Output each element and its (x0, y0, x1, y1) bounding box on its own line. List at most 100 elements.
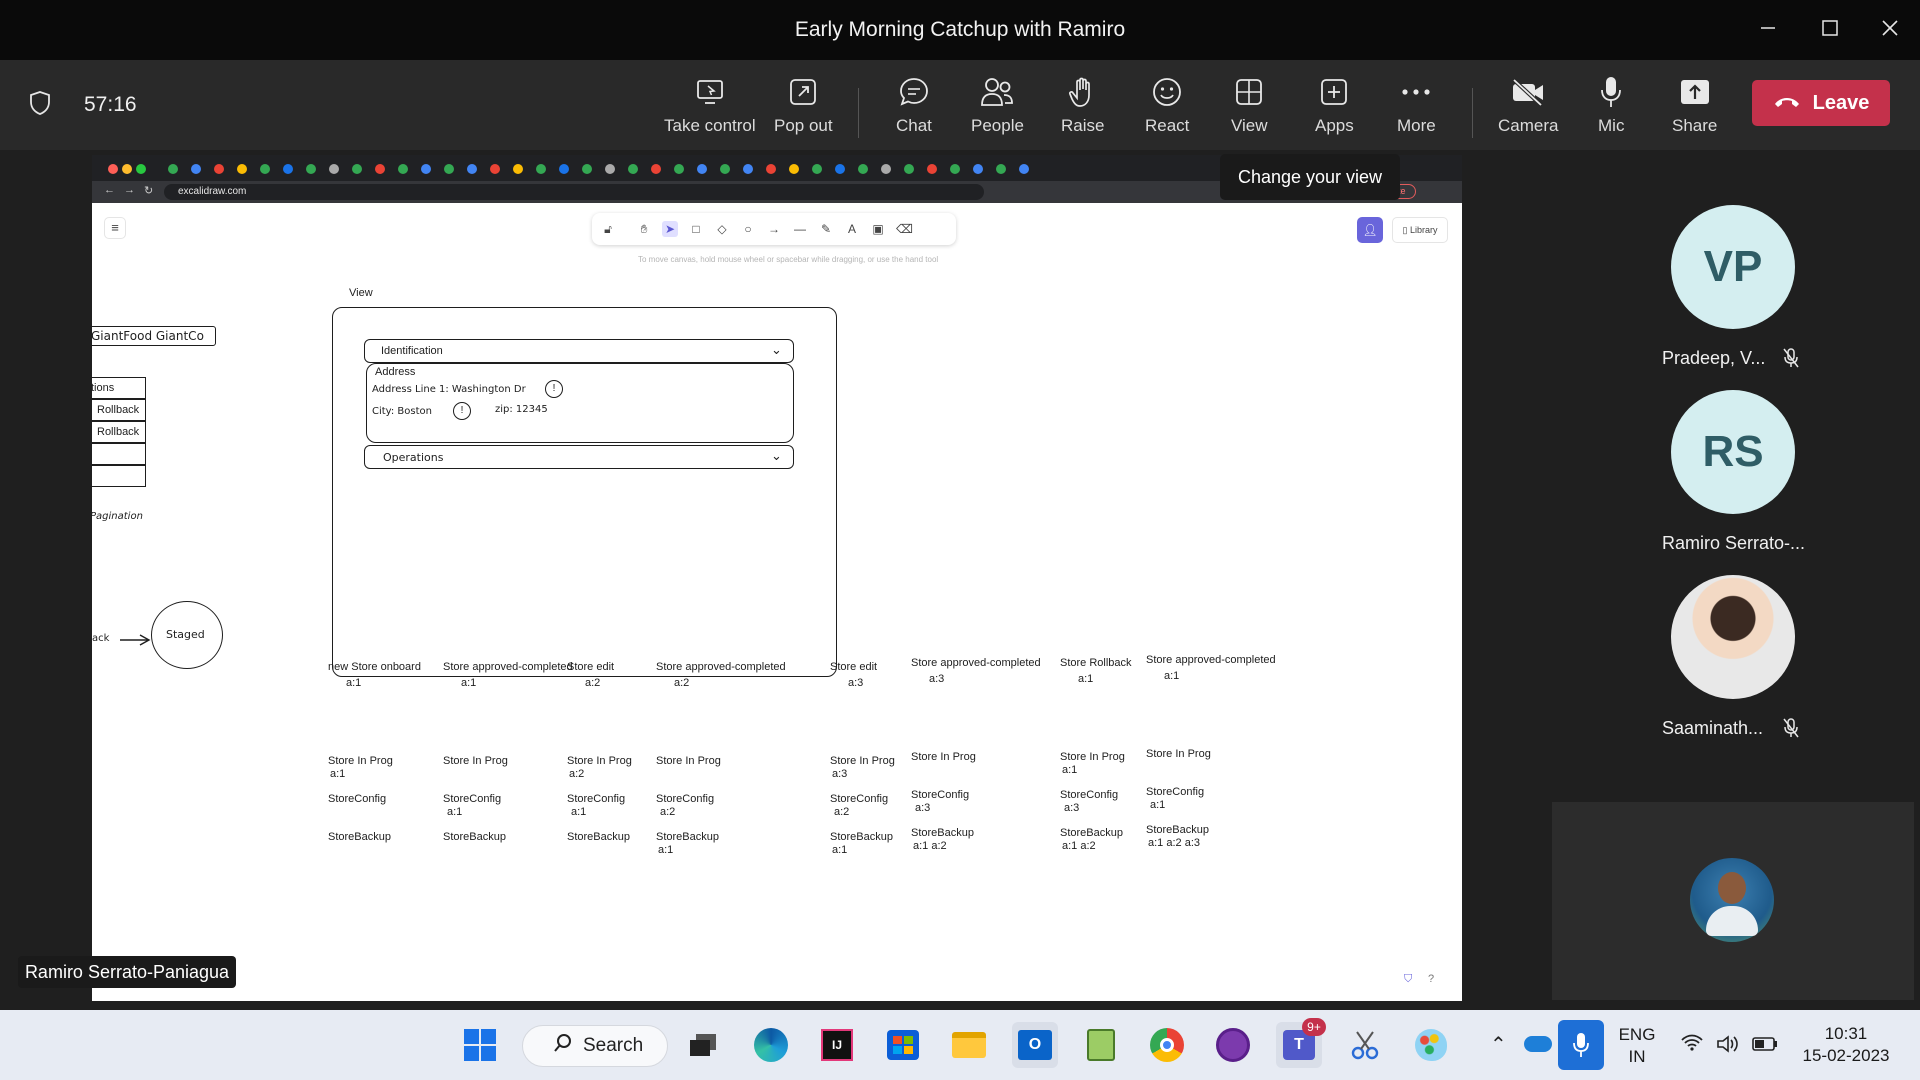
file-explorer-icon[interactable] (946, 1022, 992, 1068)
intellij-icon[interactable]: IJ (814, 1022, 860, 1068)
clock[interactable]: 10:31 15-02-2023 (1796, 1023, 1896, 1067)
browser-tab-favicon[interactable] (352, 164, 362, 174)
hamburger-menu-icon[interactable]: ≡ (104, 217, 126, 239)
maximize-icon[interactable] (1810, 10, 1850, 46)
help-icon[interactable]: ? (1428, 973, 1434, 985)
browser-tab-favicon[interactable] (237, 164, 247, 174)
image-tool-icon[interactable]: ▣ (870, 221, 886, 237)
hand-tool-icon[interactable]: ✋︎ (636, 221, 652, 237)
github-desktop-icon[interactable] (1210, 1022, 1256, 1068)
left-table-row[interactable] (92, 465, 146, 487)
text-tool-icon[interactable]: A (844, 221, 860, 237)
chevron-down-icon[interactable]: ⌄ (771, 448, 782, 464)
browser-zoom-dot[interactable] (136, 164, 146, 174)
wifi-icon[interactable] (1680, 1034, 1704, 1057)
reload-icon[interactable]: ↻ (144, 184, 153, 197)
browser-tab-favicon[interactable] (168, 164, 178, 174)
browser-tab-favicon[interactable] (513, 164, 523, 174)
arrow-to-staged[interactable] (118, 633, 152, 647)
back-icon[interactable]: ← (104, 184, 115, 196)
collaborate-icon[interactable]: 👤︎ (1357, 217, 1383, 243)
people-button[interactable]: People (971, 74, 1024, 140)
browser-tab-favicon[interactable] (789, 164, 799, 174)
browser-tab-favicon[interactable] (260, 164, 270, 174)
teams-mic-tray-icon[interactable] (1558, 1020, 1604, 1070)
operations-accordion[interactable]: Operations ⌄ (364, 445, 794, 469)
excalidraw-canvas[interactable]: ≡ 🔓︎ ✋︎ ➤ □ ◇ ○ → — ✎ A ▣ ⌫ To move canv… (92, 203, 1462, 1001)
browser-tab-favicon[interactable] (835, 164, 845, 174)
shield-check-icon[interactable]: ⛉ (1404, 973, 1412, 986)
share-button[interactable]: Share (1672, 74, 1717, 140)
participant-avatar[interactable]: RS (1671, 390, 1795, 514)
language-indicator[interactable]: ENG IN (1616, 1024, 1658, 1068)
browser-tab-favicon[interactable] (421, 164, 431, 174)
browser-tab-favicon[interactable] (697, 164, 707, 174)
select-tool-icon[interactable]: ➤ (662, 221, 678, 237)
pencil-tool-icon[interactable]: ✎ (818, 221, 834, 237)
raise-hand-button[interactable]: Raise (1061, 74, 1104, 140)
browser-tab-favicon[interactable] (904, 164, 914, 174)
browser-tab-favicon[interactable] (444, 164, 454, 174)
eraser-tool-icon[interactable]: ⌫ (896, 221, 913, 237)
more-button[interactable]: More (1397, 74, 1436, 140)
camera-button[interactable]: Camera (1498, 74, 1558, 140)
participant-avatar[interactable] (1671, 575, 1795, 699)
arrow-tool-icon[interactable]: → (766, 221, 782, 237)
browser-tab-favicon[interactable] (858, 164, 868, 174)
participant-avatar[interactable]: VP (1671, 205, 1795, 329)
close-icon[interactable] (1870, 10, 1910, 46)
onedrive-icon[interactable] (1524, 1036, 1552, 1052)
apps-button[interactable]: Apps (1315, 74, 1354, 140)
url-field[interactable]: excalidraw.com (164, 184, 984, 200)
chevron-down-icon[interactable]: ⌄ (771, 342, 782, 358)
shield-icon[interactable] (28, 90, 52, 121)
browser-tab-favicon[interactable] (881, 164, 891, 174)
rectangle-tool-icon[interactable]: □ (688, 221, 704, 237)
self-video[interactable] (1552, 802, 1914, 1000)
browser-tab-favicon[interactable] (674, 164, 684, 174)
browser-tab-favicon[interactable] (536, 164, 546, 174)
task-view-icon[interactable] (680, 1022, 726, 1068)
browser-tab-favicon[interactable] (605, 164, 615, 174)
chrome-icon[interactable] (1144, 1022, 1190, 1068)
left-table-row[interactable]: Rollback (92, 399, 146, 421)
identification-accordion[interactable]: Identification ⌄ (364, 339, 794, 363)
volume-icon[interactable] (1716, 1034, 1740, 1059)
browser-tab-favicon[interactable] (720, 164, 730, 174)
library-button[interactable]: ▯ Library (1392, 217, 1448, 243)
outlook-icon[interactable]: O (1012, 1022, 1058, 1068)
browser-tab-favicon[interactable] (628, 164, 638, 174)
browser-tab-favicon[interactable] (398, 164, 408, 174)
browser-tab-favicon[interactable] (996, 164, 1006, 174)
left-table-row[interactable] (92, 443, 146, 465)
leave-button[interactable]: Leave (1752, 80, 1890, 126)
chat-button[interactable]: Chat (896, 74, 932, 140)
diamond-tool-icon[interactable]: ◇ (714, 221, 730, 237)
battery-icon[interactable] (1752, 1037, 1778, 1056)
left-table-row[interactable]: Rollback (92, 421, 146, 443)
address-section[interactable]: Address Address Line 1: Washington Dr ! … (366, 363, 794, 443)
teams-icon[interactable]: T 9+ (1276, 1018, 1326, 1068)
taskbar-search[interactable]: Search (522, 1025, 668, 1067)
snipping-tool-icon[interactable] (1342, 1022, 1388, 1068)
browser-tab-favicon[interactable] (651, 164, 661, 174)
browser-tab-favicon[interactable] (743, 164, 753, 174)
browser-tab-favicon[interactable] (812, 164, 822, 174)
browser-tab-favicon[interactable] (766, 164, 776, 174)
browser-tab-favicon[interactable] (927, 164, 937, 174)
browser-tab-favicon[interactable] (950, 164, 960, 174)
browser-tab-favicon[interactable] (973, 164, 983, 174)
browser-tab-favicon[interactable] (467, 164, 477, 174)
notepad-icon[interactable] (1078, 1022, 1124, 1068)
lock-icon[interactable]: 🔓︎ (600, 221, 616, 237)
chevron-up-icon[interactable]: ⌃ (1490, 1032, 1507, 1057)
edge-icon[interactable] (748, 1022, 794, 1068)
forward-icon[interactable]: → (124, 184, 135, 196)
browser-minimize-dot[interactable] (122, 164, 132, 174)
mic-button[interactable]: Mic (1598, 74, 1624, 140)
windows-start-icon[interactable] (457, 1022, 503, 1068)
browser-tab-favicon[interactable] (1019, 164, 1029, 174)
view-button[interactable]: View (1231, 74, 1268, 140)
take-control-button[interactable]: Take control (664, 74, 756, 140)
left-table-row[interactable]: tions (92, 377, 146, 399)
